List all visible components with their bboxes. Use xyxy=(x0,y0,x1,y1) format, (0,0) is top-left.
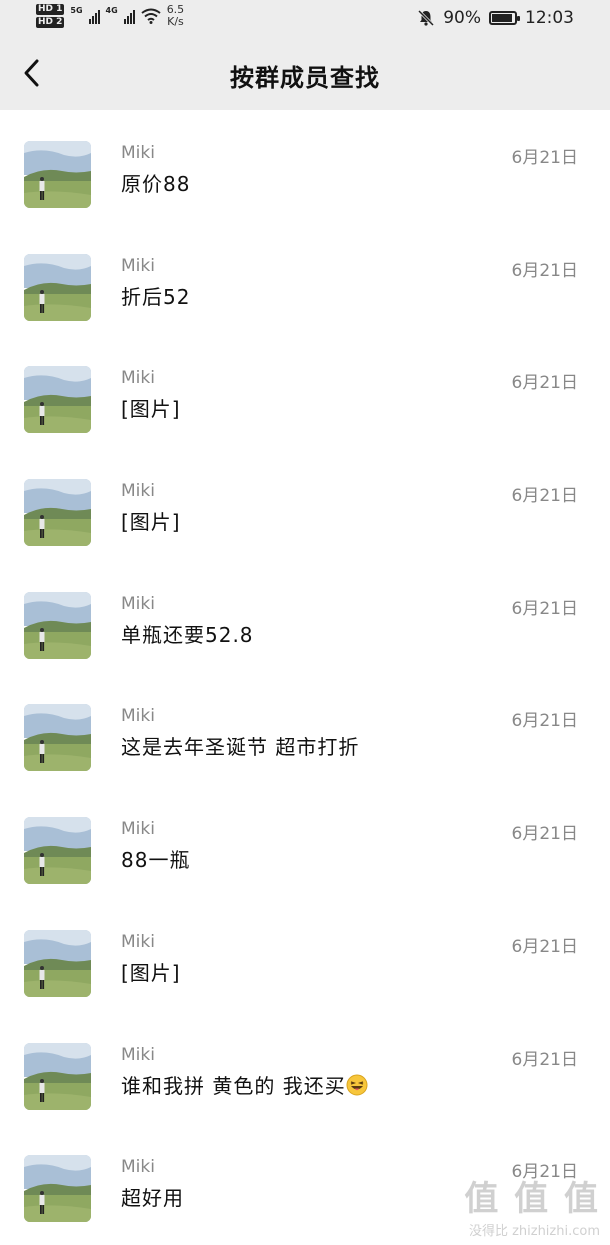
message-date: 6月21日 xyxy=(511,936,578,957)
nav-bar: 按群成员查找 xyxy=(0,38,610,110)
list-item[interactable]: Miki 6月21日 单瓶还要52.8 xyxy=(0,561,610,674)
avatar[interactable] xyxy=(24,817,91,885)
avatar-image xyxy=(24,1042,91,1110)
bell-muted-icon xyxy=(418,9,435,27)
list-item[interactable]: Miki 6月21日 [图片] xyxy=(0,899,610,1012)
message-body: 单瓶还要52.8 xyxy=(121,622,254,647)
message-text: 谁和我拼 黄色的 我还买 xyxy=(121,1070,368,1099)
avatar-image xyxy=(24,1155,91,1223)
sender-name: Miki xyxy=(121,481,155,502)
hd-indicator: HD 1 HD 2 xyxy=(36,4,65,28)
message-date: 6月21日 xyxy=(511,373,578,394)
hd-badge-2: HD 2 xyxy=(36,17,65,28)
message-body: 折后52 xyxy=(121,284,191,309)
avatar-image xyxy=(24,253,91,321)
message-body: 88一瓶 xyxy=(121,848,191,873)
grinning-tongue-icon xyxy=(346,1074,368,1095)
message-body: 超好用 xyxy=(121,1186,184,1211)
avatar[interactable] xyxy=(24,141,91,208)
status-bar: HD 1 HD 2 5G 4G 6.5 K/s 90% 12:03 xyxy=(0,0,610,38)
network-speed: 6.5 K/s xyxy=(167,4,185,28)
message-body: [图片] xyxy=(121,510,181,535)
list-item[interactable]: Miki 6月21日 折后52 xyxy=(0,223,610,336)
list-item[interactable]: Miki 6月21日 超好用 xyxy=(0,1124,610,1237)
message-body: 这是去年圣诞节 超市打折 xyxy=(121,735,360,760)
list-item[interactable]: Miki 6月21日 [图片] xyxy=(0,335,610,448)
message-text: [图片] xyxy=(121,957,181,986)
list-item[interactable]: Miki 6月21日 谁和我拼 黄色的 我还买 xyxy=(0,1012,610,1125)
sender-name: Miki xyxy=(121,143,155,163)
message-date: 6月21日 xyxy=(511,711,578,732)
message-body: [图片] xyxy=(121,397,181,422)
avatar[interactable] xyxy=(24,366,91,434)
network-type-2: 4G xyxy=(105,6,118,15)
avatar[interactable] xyxy=(24,704,91,772)
message-text: 88一瓶 xyxy=(121,844,190,873)
hd-badge-1: HD 1 xyxy=(36,4,65,15)
network-type-1: 5G xyxy=(70,6,83,15)
avatar[interactable] xyxy=(24,929,91,997)
avatar-image xyxy=(24,817,91,885)
list-item[interactable]: Miki 6月21日 原价88 xyxy=(0,110,610,223)
message-text: 折后52 xyxy=(121,281,190,310)
message-text: 原价88 xyxy=(121,168,190,197)
search-results-list: Miki 6月21日 原价88 Miki 6月21日 折后52 Miki 6月2… xyxy=(0,110,610,1237)
sender-name: Miki xyxy=(121,255,155,276)
message-date: 6月21日 xyxy=(511,260,578,281)
message-date: 6月21日 xyxy=(511,1049,578,1070)
message-date: 6月21日 xyxy=(511,1162,578,1183)
message-text: 这是去年圣诞节 超市打折 xyxy=(121,731,359,760)
message-text: [图片] xyxy=(121,393,181,422)
message-body: 原价88 xyxy=(121,172,191,196)
message-body: 谁和我拼 黄色的 我还买 xyxy=(121,1073,346,1098)
top-bar: HD 1 HD 2 5G 4G 6.5 K/s 90% 12:03 按群成员查找 xyxy=(0,0,610,110)
sender-name: Miki xyxy=(121,593,155,614)
message-text: 单瓶还要52.8 xyxy=(121,619,254,648)
avatar[interactable] xyxy=(24,591,91,659)
avatar[interactable] xyxy=(24,253,91,321)
message-date: 6月21日 xyxy=(511,824,578,845)
sender-name: Miki xyxy=(121,368,155,389)
message-body: [图片] xyxy=(121,960,181,985)
avatar-image xyxy=(24,479,91,547)
sender-name: Miki xyxy=(121,1157,155,1178)
list-item[interactable]: Miki 6月21日 88一瓶 xyxy=(0,786,610,899)
network-speed-unit: K/s xyxy=(167,15,184,28)
list-item[interactable]: Miki 6月21日 这是去年圣诞节 超市打折 xyxy=(0,673,610,786)
signal-icon-2 xyxy=(123,8,135,24)
avatar-image xyxy=(24,141,91,208)
message-date: 6月21日 xyxy=(511,486,578,507)
sender-name: Miki xyxy=(121,1044,155,1065)
avatar-image xyxy=(24,929,91,997)
list-item[interactable]: Miki 6月21日 [图片] xyxy=(0,448,610,561)
message-date: 6月21日 xyxy=(511,148,578,168)
page-title: 按群成员查找 xyxy=(230,64,380,92)
avatar[interactable] xyxy=(24,1042,91,1110)
battery-percent: 90% xyxy=(443,8,481,28)
message-text: 超好用 xyxy=(121,1182,184,1211)
wifi-icon xyxy=(141,8,161,24)
avatar[interactable] xyxy=(24,1155,91,1223)
message-text: [图片] xyxy=(121,506,181,535)
avatar-image xyxy=(24,366,91,434)
battery-icon xyxy=(489,11,520,25)
avatar-image xyxy=(24,591,91,659)
sender-name: Miki xyxy=(121,819,155,840)
message-date: 6月21日 xyxy=(511,598,578,619)
sender-name: Miki xyxy=(121,706,155,727)
sender-name: Miki xyxy=(121,931,155,952)
avatar[interactable] xyxy=(24,479,91,547)
signal-icon xyxy=(88,8,100,24)
clock: 12:03 xyxy=(525,8,574,28)
avatar-image xyxy=(24,704,91,772)
